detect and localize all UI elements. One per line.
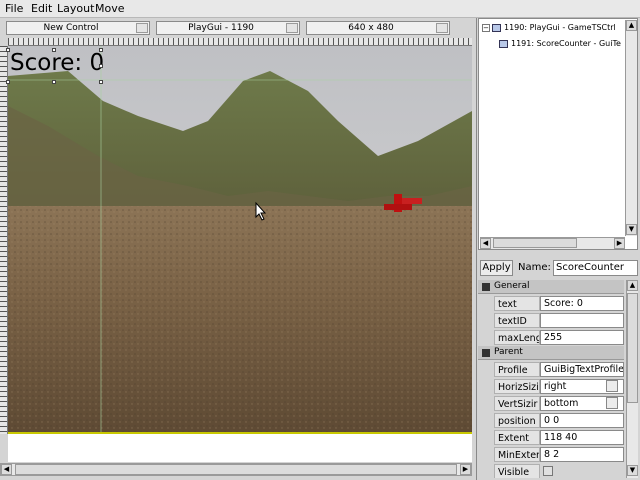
scroll-up-icon[interactable]: ▲ xyxy=(626,20,637,31)
canvas-margin xyxy=(8,432,472,462)
resolution-dropdown[interactable]: 640 x 480 xyxy=(306,21,450,35)
menu-layout[interactable]: Layout xyxy=(57,2,94,15)
gui-control-icon xyxy=(499,39,508,48)
prop-value-maxlength[interactable]: 255 xyxy=(540,330,624,345)
gui-select-dropdown[interactable]: PlayGui - 1190 xyxy=(156,21,300,35)
scroll-right-icon[interactable]: ▶ xyxy=(460,464,471,475)
scroll-down-icon[interactable]: ▼ xyxy=(626,224,637,235)
prop-value-text[interactable]: Score: 0 xyxy=(540,296,624,311)
tree-horizontal-scrollbar[interactable]: ◀ ▶ xyxy=(480,237,625,249)
tree-node-label: 1190: PlayGui - GameTSCtrl xyxy=(504,23,616,32)
scroll-down-icon[interactable]: ▼ xyxy=(627,465,638,476)
new-control-dropdown[interactable]: New Control xyxy=(6,21,150,35)
score-counter-text[interactable]: Score: 0 xyxy=(10,50,104,76)
scroll-right-icon[interactable]: ▶ xyxy=(614,238,625,249)
dropdown-arrow-icon[interactable] xyxy=(606,380,618,392)
scroll-left-icon[interactable]: ◀ xyxy=(1,464,12,475)
resolution-label: 640 x 480 xyxy=(348,23,394,33)
selection-handle[interactable] xyxy=(99,48,103,52)
prop-label-visible: Visible xyxy=(494,464,540,478)
prop-value-minextent[interactable]: 8 2 xyxy=(540,447,624,462)
section-label: General xyxy=(494,281,530,291)
control-tree[interactable]: − 1190: PlayGui - GameTSCtrl 1191: ScoreC… xyxy=(478,18,638,250)
scroll-thumb[interactable] xyxy=(15,464,457,475)
terrain-scene xyxy=(8,46,472,432)
section-general[interactable]: General xyxy=(478,280,624,294)
collapse-icon[interactable] xyxy=(482,283,490,291)
prop-label-extent: Extent xyxy=(494,430,540,445)
prop-value-extent[interactable]: 118 40 xyxy=(540,430,624,445)
prop-value-position[interactable]: 0 0 xyxy=(540,413,624,428)
scroll-thumb[interactable] xyxy=(493,238,577,248)
selection-handle[interactable] xyxy=(6,48,10,52)
menu-bar: File Edit Layout Move xyxy=(0,0,640,18)
toolbar: New Control PlayGui - 1190 640 x 480 xyxy=(0,18,476,38)
prop-value-profile[interactable]: GuiBigTextProfile xyxy=(540,362,624,377)
property-inspector: General text Score: 0 textID maxLeng 255… xyxy=(478,280,626,478)
tree-vertical-scrollbar[interactable]: ▲ ▼ xyxy=(625,20,637,236)
inspector-vertical-scrollbar[interactable]: ▲ ▼ xyxy=(626,280,638,478)
prop-label-vertsizing: VertSizir xyxy=(494,396,540,411)
visible-checkbox[interactable] xyxy=(543,466,553,476)
prop-label-maxlength: maxLeng xyxy=(494,330,540,345)
prop-label-minextent: MinExter xyxy=(494,447,540,462)
menu-edit[interactable]: Edit xyxy=(31,2,52,15)
prop-label-position: position xyxy=(494,413,540,428)
scroll-left-icon[interactable]: ◀ xyxy=(480,238,491,249)
collapse-icon[interactable] xyxy=(482,349,490,357)
dropdown-arrow-icon[interactable] xyxy=(136,23,148,33)
prop-value-textid[interactable] xyxy=(540,313,624,328)
selection-handle[interactable] xyxy=(99,64,103,68)
apply-button[interactable]: Apply xyxy=(480,260,513,276)
new-control-label: New Control xyxy=(43,23,99,33)
canvas-horizontal-scrollbar[interactable]: ◀ ▶ xyxy=(0,463,472,476)
selection-handle[interactable] xyxy=(52,48,56,52)
selection-handle[interactable] xyxy=(52,80,56,84)
section-label: Parent xyxy=(494,347,523,357)
collapse-icon[interactable]: − xyxy=(482,23,490,32)
horizontal-ruler xyxy=(8,38,472,46)
tree-node-root[interactable]: − 1190: PlayGui - GameTSCtrl xyxy=(482,23,616,32)
name-label: Name: xyxy=(518,262,551,273)
name-field[interactable]: ScoreCounter xyxy=(553,260,638,276)
prop-label-textid: textID xyxy=(494,313,540,328)
tree-node-label: 1191: ScoreCounter - GuiTe xyxy=(511,39,621,48)
scroll-thumb[interactable] xyxy=(627,293,638,403)
dropdown-arrow-icon[interactable] xyxy=(286,23,298,33)
prop-label-horizsizing: HorizSizi xyxy=(494,379,540,394)
dropdown-arrow-icon[interactable] xyxy=(606,397,618,409)
ground-texture xyxy=(8,206,472,432)
selection-handle[interactable] xyxy=(99,80,103,84)
gui-control-icon xyxy=(492,23,501,32)
prop-label-text: text xyxy=(494,296,540,311)
dropdown-arrow-icon[interactable] xyxy=(436,23,448,33)
prop-label-profile: Profile xyxy=(494,362,540,377)
menu-move[interactable]: Move xyxy=(95,2,125,15)
gui-select-label: PlayGui - 1190 xyxy=(188,23,254,33)
scroll-up-icon[interactable]: ▲ xyxy=(627,280,638,291)
section-parent[interactable]: Parent xyxy=(478,346,624,360)
menu-file[interactable]: File xyxy=(5,2,23,15)
vertical-ruler xyxy=(0,46,8,434)
game-view[interactable] xyxy=(8,46,472,432)
tree-node-child[interactable]: 1191: ScoreCounter - GuiTe xyxy=(499,39,621,48)
selection-handle[interactable] xyxy=(6,80,10,84)
